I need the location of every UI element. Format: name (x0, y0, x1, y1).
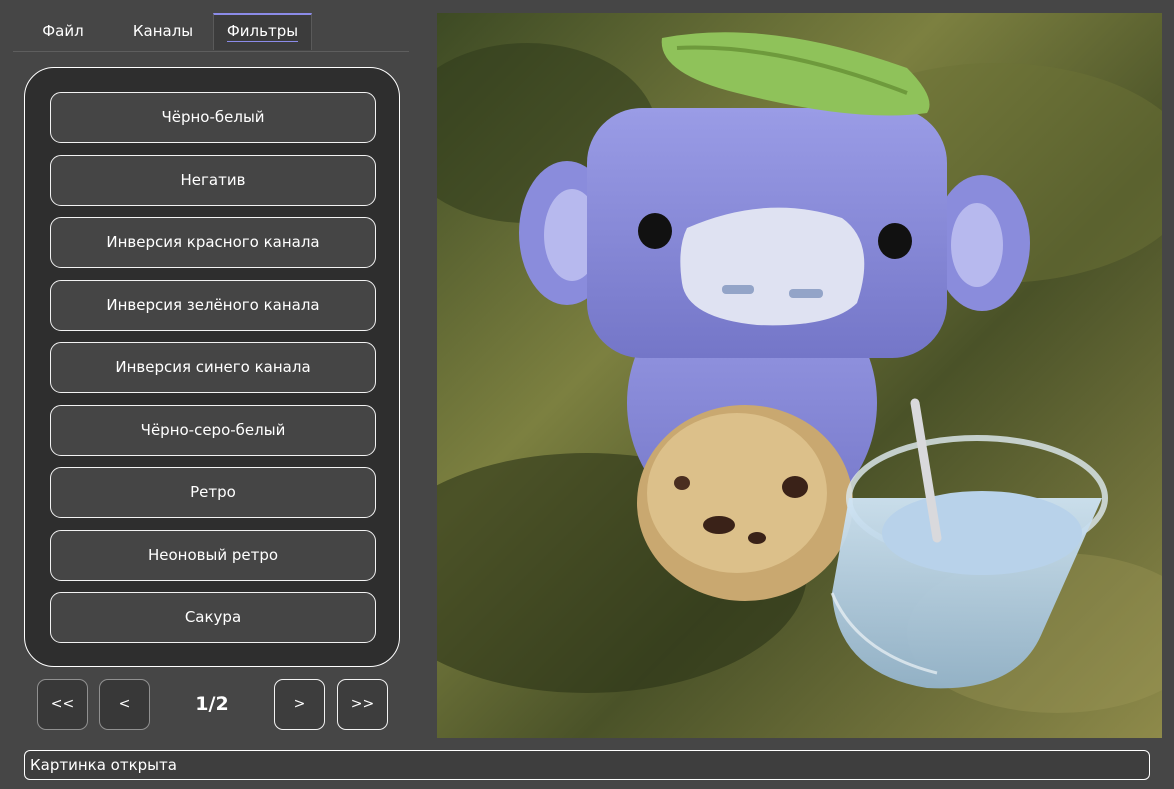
first-page-button[interactable]: << (37, 679, 88, 730)
page-indicator: 1/2 (195, 693, 229, 715)
filter-button-invert-red[interactable]: Инверсия красного канала (50, 217, 376, 268)
tab-filters-label: Фильтры (226, 22, 299, 42)
filter-button-invert-blue[interactable]: Инверсия синего канала (50, 342, 376, 393)
prev-page-button[interactable]: < (99, 679, 150, 730)
filter-panel: Чёрно-белый Негатив Инверсия красного ка… (24, 67, 400, 667)
last-page-button[interactable]: >> (337, 679, 388, 730)
tab-file[interactable]: Файл (13, 13, 113, 50)
tab-bar: Файл Каналы Фильтры (13, 13, 409, 52)
photo-preview-icon (437, 13, 1162, 738)
filter-button-black-white[interactable]: Чёрно-белый (50, 92, 376, 143)
filter-button-black-gray-white[interactable]: Чёрно-серо-белый (50, 405, 376, 456)
filter-button-negative[interactable]: Негатив (50, 155, 376, 206)
filter-button-sakura[interactable]: Сакура (50, 592, 376, 643)
next-page-button[interactable]: > (274, 679, 325, 730)
filter-button-retro[interactable]: Ретро (50, 467, 376, 518)
tab-channels[interactable]: Каналы (113, 13, 213, 50)
tab-file-label: Файл (42, 22, 84, 40)
filter-button-invert-green[interactable]: Инверсия зелёного канала (50, 280, 376, 331)
status-bar: Картинка открыта (24, 750, 1150, 780)
image-preview (437, 13, 1162, 738)
filter-button-neon-retro[interactable]: Неоновый ретро (50, 530, 376, 581)
tab-channels-label: Каналы (132, 22, 194, 40)
tab-filters[interactable]: Фильтры (213, 13, 312, 50)
